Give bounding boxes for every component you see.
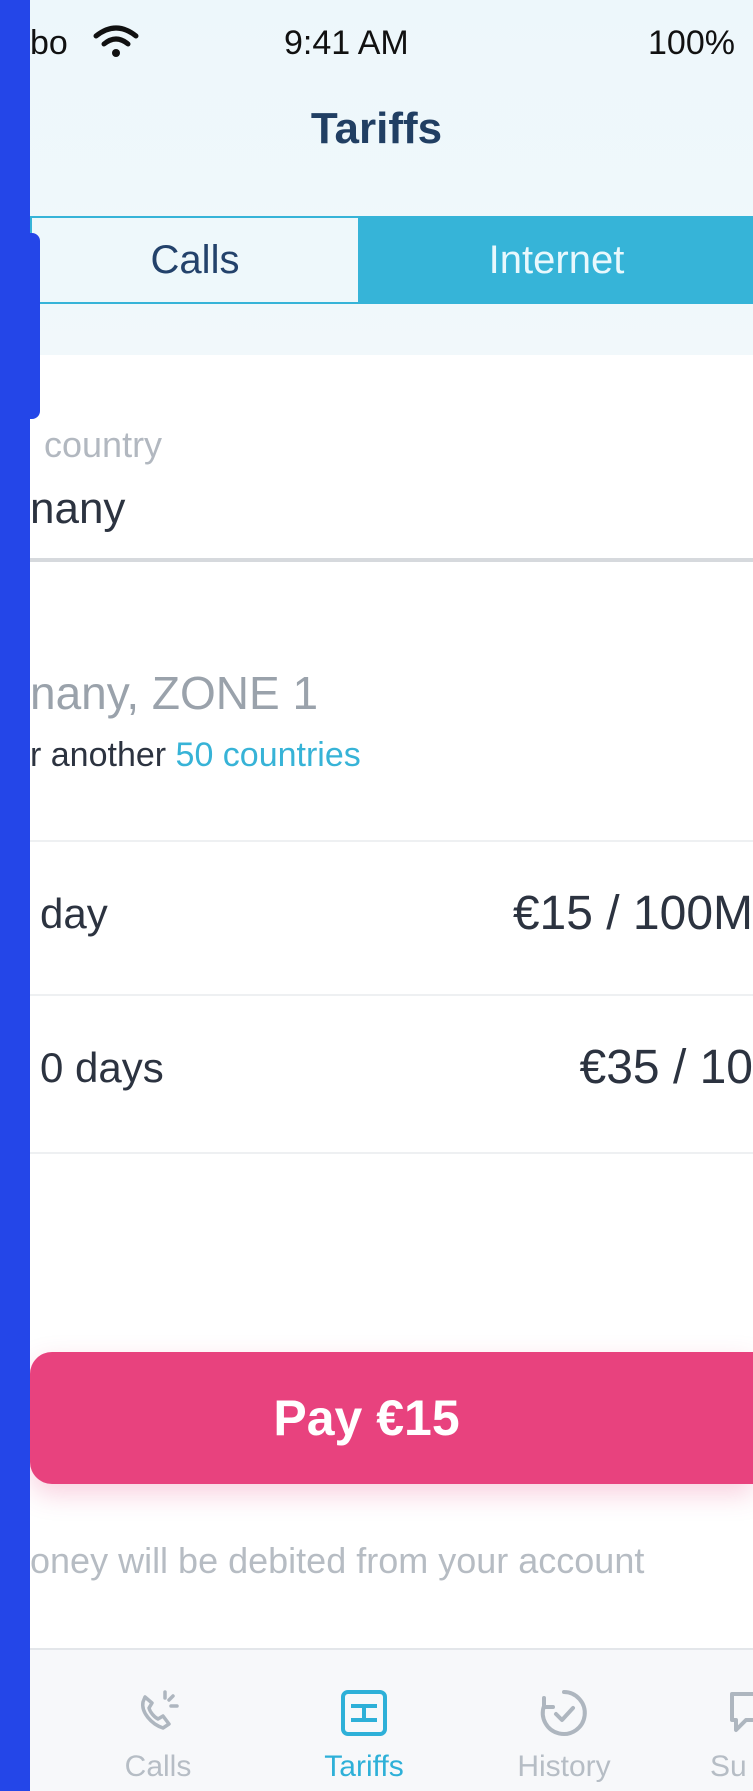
history-clock-icon xyxy=(540,1690,587,1736)
plan-price: €15 / 100M xyxy=(512,887,753,940)
tabbar-label-history: History xyxy=(517,1750,611,1783)
status-carrier: bo xyxy=(30,24,68,62)
tab-calls[interactable]: Calls xyxy=(30,216,360,304)
countries-link[interactable]: 50 countries xyxy=(176,736,361,774)
tabbar-item-history[interactable]: History xyxy=(484,1648,644,1791)
pay-note: oney will be debited from your account xyxy=(30,1540,645,1581)
tabbar-item-support[interactable]: Su xyxy=(666,1648,753,1791)
status-battery: 100% xyxy=(648,24,735,62)
wifi-icon xyxy=(93,25,139,57)
divider xyxy=(30,1152,753,1154)
header: bo 9:41 AM 100% Tariffs Calls Internet xyxy=(0,0,753,355)
zone-subtitle: r another 50 countries xyxy=(30,736,361,775)
support-chat-icon xyxy=(730,1692,753,1732)
status-time: 9:41 AM xyxy=(284,24,409,62)
country-field-label: country xyxy=(44,424,163,465)
zone-subtitle-prefix: r another xyxy=(30,736,167,774)
tabbar-label-support: Su xyxy=(710,1750,747,1783)
plan-duration: day xyxy=(40,890,108,937)
tab-internet[interactable]: Internet xyxy=(360,216,753,304)
app-screen: bo 9:41 AM 100% Tariffs Calls Internet c… xyxy=(0,0,753,1791)
zone-title: nany, ZONE 1 xyxy=(30,667,319,719)
plan-price: €35 / 10 xyxy=(579,1041,753,1094)
tabbar-item-tariffs[interactable]: Tariffs xyxy=(284,1648,444,1791)
plan-row-1-day[interactable]: day €15 / 100M xyxy=(30,842,753,992)
pay-button[interactable]: Pay €15 xyxy=(30,1352,753,1484)
segmented-control: Calls Internet xyxy=(30,216,753,308)
side-drawer-handle[interactable] xyxy=(28,233,40,419)
left-edge-panel xyxy=(0,0,30,1791)
tabbar-label-calls: Calls xyxy=(124,1750,192,1783)
page-title: Tariffs xyxy=(310,104,443,153)
plan-duration: 0 days xyxy=(40,1044,164,1091)
tabbar-label-tariffs: Tariffs xyxy=(324,1750,404,1783)
phone-calling-icon xyxy=(141,1690,179,1730)
plan-row-30-days[interactable]: 0 days €35 / 10 xyxy=(30,996,753,1146)
tabbar-item-calls[interactable]: Calls xyxy=(78,1648,238,1791)
country-field-underline xyxy=(30,558,753,562)
tariffs-icon xyxy=(341,1690,387,1736)
country-field-value[interactable]: nany xyxy=(30,484,125,534)
